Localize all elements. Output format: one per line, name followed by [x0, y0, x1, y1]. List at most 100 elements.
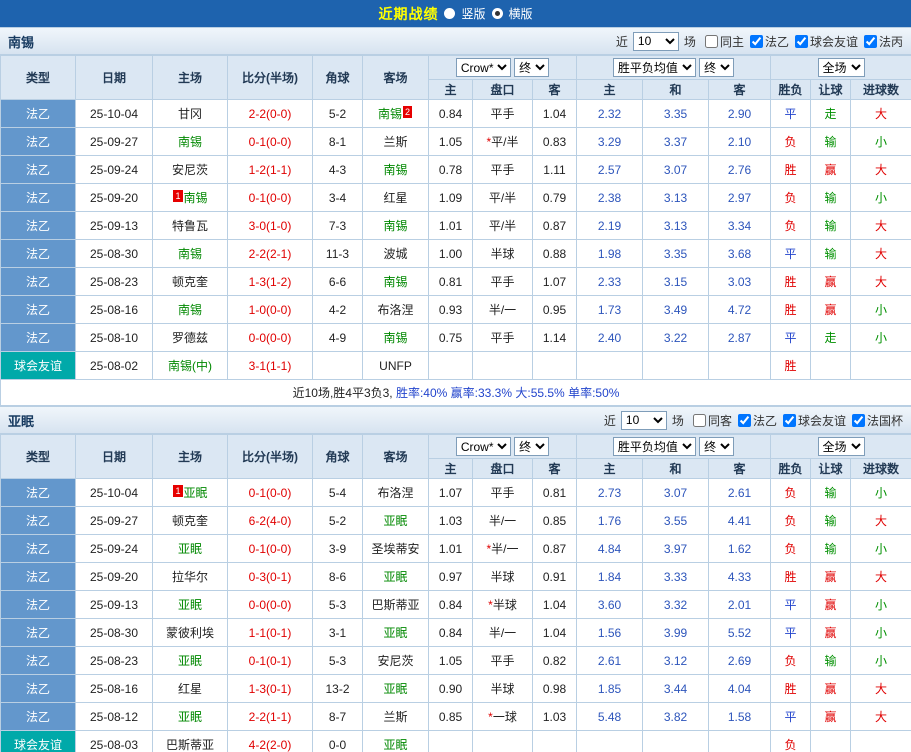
- euro-draw-odds-cell: 3.99: [642, 618, 709, 647]
- asian-away-odds-cell: 0.87: [532, 211, 577, 240]
- corner-cell: 11-3: [312, 239, 363, 268]
- match-type-cell: 法乙: [0, 702, 76, 731]
- match-row: 法乙 25-08-23 亚眠 0-1(0-1) 5-3 安尼茨 1.05 平手 0.82 2.61…: [0, 646, 911, 675]
- filter-球会友谊[interactable]: 球会友谊: [782, 412, 846, 429]
- filter-法国杯[interactable]: 法国杯: [851, 412, 903, 429]
- filter-同主[interactable]: 同主: [704, 33, 744, 50]
- odds-time-select[interactable]: 终: [514, 58, 550, 77]
- team-name: 亚眠: [383, 570, 408, 584]
- score-cell: 0-3(0-1): [227, 562, 313, 591]
- col-header-corner: 角球: [312, 434, 363, 479]
- filter-checkbox[interactable]: [863, 34, 877, 48]
- asian-odds-group: Crow* 终: [428, 55, 577, 80]
- euro-home-odds-cell: 2.40: [576, 323, 643, 352]
- games-label: 场: [671, 413, 684, 428]
- asian-away-odds-cell: 0.91: [532, 562, 577, 591]
- col-header-away: 客场: [362, 434, 429, 479]
- asian-home-odds-cell: [428, 730, 473, 752]
- goals-result-cell: 小: [850, 590, 911, 619]
- results-table-nancy: 类型 日期 主场 比分(半场) 角球 客场 Crow* 终 胜平负均值 终 全场…: [0, 55, 911, 406]
- scope-select[interactable]: 全场: [817, 437, 865, 456]
- filter-checkbox[interactable]: [749, 34, 763, 48]
- match-count-select[interactable]: 10: [632, 31, 679, 51]
- score-cell: 0-1(0-0): [227, 127, 313, 156]
- asian-home-odds-cell: 1.01: [428, 211, 473, 240]
- home-team-cell: 南锡: [152, 127, 228, 156]
- goals-result-cell: 大: [850, 674, 911, 703]
- asian-home-odds-cell: 1.03: [428, 506, 473, 535]
- date-cell: 25-09-20: [75, 183, 153, 212]
- asian-away-odds-cell: 1.04: [532, 590, 577, 619]
- filter-checkbox[interactable]: [851, 413, 865, 427]
- team-name: 亚眠: [383, 626, 408, 640]
- home-team-cell: 蒙彼利埃: [152, 618, 228, 647]
- team-name: 红星: [177, 682, 202, 696]
- odds-time-select[interactable]: 终: [514, 437, 550, 456]
- europe-time-select[interactable]: 终: [699, 58, 735, 77]
- score-cell: 0-1(0-1): [227, 646, 313, 675]
- filter-checkbox[interactable]: [737, 413, 751, 427]
- corner-cell: 5-4: [312, 478, 363, 507]
- europe-time-select[interactable]: 终: [699, 437, 735, 456]
- europe-mode-select[interactable]: 胜平负均值: [612, 58, 696, 77]
- score-cell: 1-2(1-1): [227, 155, 313, 184]
- team-name: 安尼茨: [171, 163, 208, 177]
- away-team-cell: 亚眠: [362, 674, 429, 703]
- euro-draw-odds-cell: 3.22: [642, 323, 709, 352]
- team-name: 亚眠: [177, 710, 202, 724]
- euro-away-odds-cell: 2.10: [707, 127, 772, 156]
- filter-法乙[interactable]: 法乙: [749, 33, 789, 50]
- euro-away-odds-cell: 1.58: [707, 702, 772, 731]
- filter-checkbox[interactable]: [692, 413, 706, 427]
- away-team-cell: 南锡: [362, 211, 429, 240]
- asian-away-odds-cell: 1.11: [532, 155, 577, 184]
- filter-label: 同主: [719, 34, 744, 49]
- match-type-cell: 球会友谊: [0, 730, 76, 752]
- team-name: 红星: [383, 191, 408, 205]
- score-cell: 2-2(1-1): [227, 702, 313, 731]
- col-header-handicap: 盘口: [472, 458, 533, 479]
- handicap-cell: 平手: [472, 267, 533, 296]
- match-row: 法乙 25-08-10 罗德兹 0-0(0-0) 4-9 南锡 0.75 平手 1.14 2.40…: [0, 323, 911, 352]
- asian-home-odds-cell: 1.07: [428, 478, 473, 507]
- team-name: 南锡: [177, 303, 202, 317]
- handicap-result-cell: 赢: [810, 295, 852, 324]
- goals-result-cell: 小: [850, 295, 911, 324]
- match-type-cell: 法乙: [0, 155, 76, 184]
- score-cell: 6-2(4-0): [227, 506, 313, 535]
- odds-company-select[interactable]: Crow*: [455, 437, 511, 456]
- layout-horizontal-radio[interactable]: [491, 8, 503, 19]
- goals-result-cell: [850, 730, 911, 752]
- odds-company-select[interactable]: Crow*: [455, 58, 511, 77]
- euro-home-odds-cell: 2.33: [576, 267, 643, 296]
- filter-法乙[interactable]: 法乙: [737, 412, 777, 429]
- filter-法丙[interactable]: 法丙: [863, 33, 903, 50]
- match-count-select[interactable]: 10: [620, 410, 667, 430]
- euro-home-odds-cell: 5.48: [576, 702, 643, 731]
- result-cell: 平: [770, 239, 812, 268]
- filter-同客[interactable]: 同客: [692, 412, 732, 429]
- filter-checkbox[interactable]: [704, 34, 718, 48]
- euro-home-odds-cell: 3.29: [576, 127, 643, 156]
- corner-cell: 4-9: [312, 323, 363, 352]
- goals-result-cell: 小: [850, 478, 911, 507]
- scope-select[interactable]: 全场: [817, 58, 865, 77]
- euro-away-odds-cell: 2.61: [707, 478, 772, 507]
- asian-home-odds-cell: 0.78: [428, 155, 473, 184]
- euro-draw-odds-cell: 3.37: [642, 127, 709, 156]
- corner-cell: 3-1: [312, 618, 363, 647]
- euro-away-odds-cell: 2.87: [707, 323, 772, 352]
- col-header-euro-away: 客: [707, 458, 772, 479]
- euro-away-odds-cell: 2.90: [707, 99, 772, 128]
- euro-away-odds-cell: 5.52: [707, 618, 772, 647]
- filter-checkbox[interactable]: [782, 413, 796, 427]
- filter-checkbox[interactable]: [794, 34, 808, 48]
- match-type-cell: 法乙: [0, 183, 76, 212]
- filter-controls: 近 10 场 同主 法乙 球会友谊 法丙: [616, 31, 903, 51]
- corner-cell: 4-2: [312, 295, 363, 324]
- col-header-score: 比分(半场): [227, 434, 313, 479]
- layout-vertical-radio[interactable]: [444, 8, 456, 19]
- result-cell: 胜: [770, 295, 812, 324]
- filter-球会友谊[interactable]: 球会友谊: [794, 33, 858, 50]
- europe-mode-select[interactable]: 胜平负均值: [612, 437, 696, 456]
